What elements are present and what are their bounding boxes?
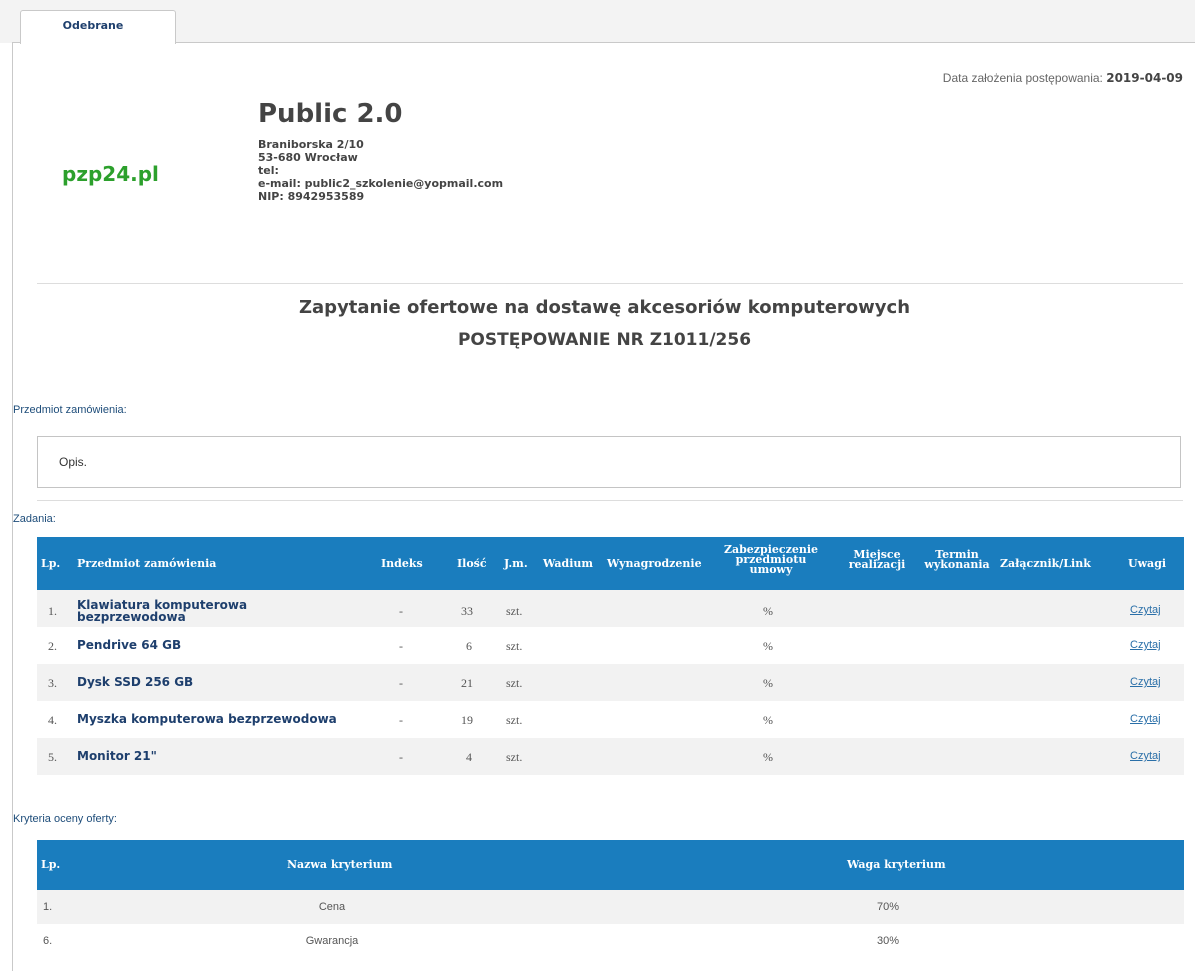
organization-name: Public 2.0 (258, 99, 403, 129)
read-notes-link[interactable]: Czytaj (1130, 750, 1161, 762)
col-contract-security: Zabezpieczenie przedmiotu umowy (723, 544, 819, 576)
table-row: 5. Monitor 21" - 4 szt. % Czytaj (37, 738, 1184, 775)
table-row: 3. Dysk SSD 256 GB - 21 szt. % Czytaj (37, 664, 1184, 701)
col-lp: Lp. (41, 557, 61, 570)
tab-odebrane[interactable]: Odebrane (20, 10, 176, 44)
company-logo: pzp24.pl (62, 162, 159, 186)
creation-date-label: Data założenia postępowania: (942, 71, 1103, 85)
table-row: 6. Gwarancja 30% (37, 924, 1184, 958)
read-notes-link[interactable]: Czytaj (1130, 639, 1161, 651)
organization-phone: tel: (258, 164, 279, 177)
organization-nip: NIP: 8942953589 (258, 190, 365, 203)
table-row: 4. Myszka komputerowa bezprzewodowa - 19… (37, 701, 1184, 738)
criteria-row-name: Gwarancja (305, 935, 359, 947)
row-security: % (763, 604, 773, 618)
creation-date-value: 2019-04-09 (1106, 71, 1183, 85)
col-index: Indeks (381, 557, 423, 570)
col-unit: J.m. (504, 557, 528, 570)
criteria-row-weight: 30% (877, 935, 900, 947)
col-term: Termin wykonania (917, 549, 997, 571)
row-security: % (763, 713, 773, 727)
col-place-line: realizacji (848, 558, 906, 571)
col-deposit: Wadium (543, 557, 594, 570)
tab-label: Odebrane (62, 19, 124, 32)
criteria-col-lp: Lp. (41, 858, 61, 871)
criteria-label: Kryteria oceny oferty: (13, 813, 117, 825)
criteria-col-name: Nazwa kryterium (287, 858, 393, 871)
row-lp: 4. (48, 713, 57, 727)
col-contract-security-line: umowy (749, 563, 793, 576)
tab-bar: Odebrane (0, 0, 1195, 44)
row-subject: Klawiatura komputerowa bezprzewodowa (77, 599, 247, 623)
criteria-col-weight: Waga kryterium (847, 858, 946, 871)
divider (37, 500, 1183, 501)
row-unit: szt. (506, 604, 523, 618)
row-subject: Myszka komputerowa bezprzewodowa (77, 712, 337, 726)
notice-title: Zapytanie ofertowe na dostawę akcesoriów… (298, 297, 911, 318)
criteria-row-name: Cena (318, 901, 346, 913)
row-index: - (399, 604, 403, 618)
row-lp: 1. (48, 604, 57, 618)
creation-date: Data założenia postępowania: 2019-04-09 (943, 71, 1183, 85)
col-subject: Przedmiot zamówienia (77, 557, 217, 570)
row-quantity: 4 (466, 750, 472, 764)
row-security: % (763, 676, 773, 690)
table-row: 1. Cena 70% (37, 890, 1184, 924)
col-quantity: Ilość (457, 557, 487, 570)
read-notes-link[interactable]: Czytaj (1130, 676, 1161, 688)
row-unit: szt. (506, 639, 523, 653)
row-lp: 3. (48, 676, 57, 690)
notice-number: POSTĘPOWANIE NR Z1011/256 (457, 330, 752, 350)
criteria-row-weight: 70% (877, 901, 900, 913)
tasks-label: Zadania: (13, 513, 56, 525)
table-row: 1. Klawiatura komputerowa bezprzewodowa … (37, 590, 1184, 627)
subject-description-box: Opis. (37, 436, 1181, 488)
row-subject-line: bezprzewodowa (77, 610, 186, 624)
organization-email: e-mail: public2_szkolenie@yopmail.com (258, 177, 504, 190)
row-subject: Dysk SSD 256 GB (77, 675, 194, 689)
row-security: % (763, 639, 773, 653)
row-index: - (399, 676, 403, 690)
row-security: % (763, 750, 773, 764)
row-lp: 2. (48, 639, 57, 653)
row-quantity: 19 (461, 713, 473, 727)
row-subject: Monitor 21" (77, 749, 157, 763)
col-notes: Uwagi (1128, 557, 1167, 570)
read-notes-link[interactable]: Czytaj (1130, 713, 1161, 725)
divider (37, 283, 1183, 284)
document-panel: Data założenia postępowania: 2019-04-09 … (12, 43, 1195, 971)
col-term-line: wykonania (924, 558, 990, 571)
subject-label: Przedmiot zamówienia: (13, 404, 127, 416)
organization-city: 53-680 Wrocław (258, 151, 358, 164)
row-subject: Pendrive 64 GB (77, 638, 182, 652)
subject-description: Opis. (59, 455, 88, 469)
row-unit: szt. (506, 713, 523, 727)
row-quantity: 33 (461, 604, 473, 618)
tasks-table-header: Lp. Przedmiot zamówienia Indeks Ilość J.… (37, 537, 1184, 590)
row-unit: szt. (506, 676, 523, 690)
row-quantity: 21 (461, 676, 473, 690)
row-unit: szt. (506, 750, 523, 764)
row-index: - (399, 750, 403, 764)
row-index: - (399, 713, 403, 727)
col-remuneration: Wynagrodzenie (607, 557, 702, 570)
row-lp: 5. (48, 750, 57, 764)
col-place: Miejsce realizacji (837, 549, 917, 571)
criteria-table-header: Lp. Nazwa kryterium Waga kryterium (37, 840, 1184, 890)
table-row: 2. Pendrive 64 GB - 6 szt. % Czytaj (37, 627, 1184, 664)
read-notes-link[interactable]: Czytaj (1130, 604, 1161, 616)
organization-address: Braniborska 2/10 (258, 138, 364, 151)
row-quantity: 6 (466, 639, 472, 653)
col-attachment: Załącznik/Link (1000, 557, 1091, 570)
row-index: - (399, 639, 403, 653)
